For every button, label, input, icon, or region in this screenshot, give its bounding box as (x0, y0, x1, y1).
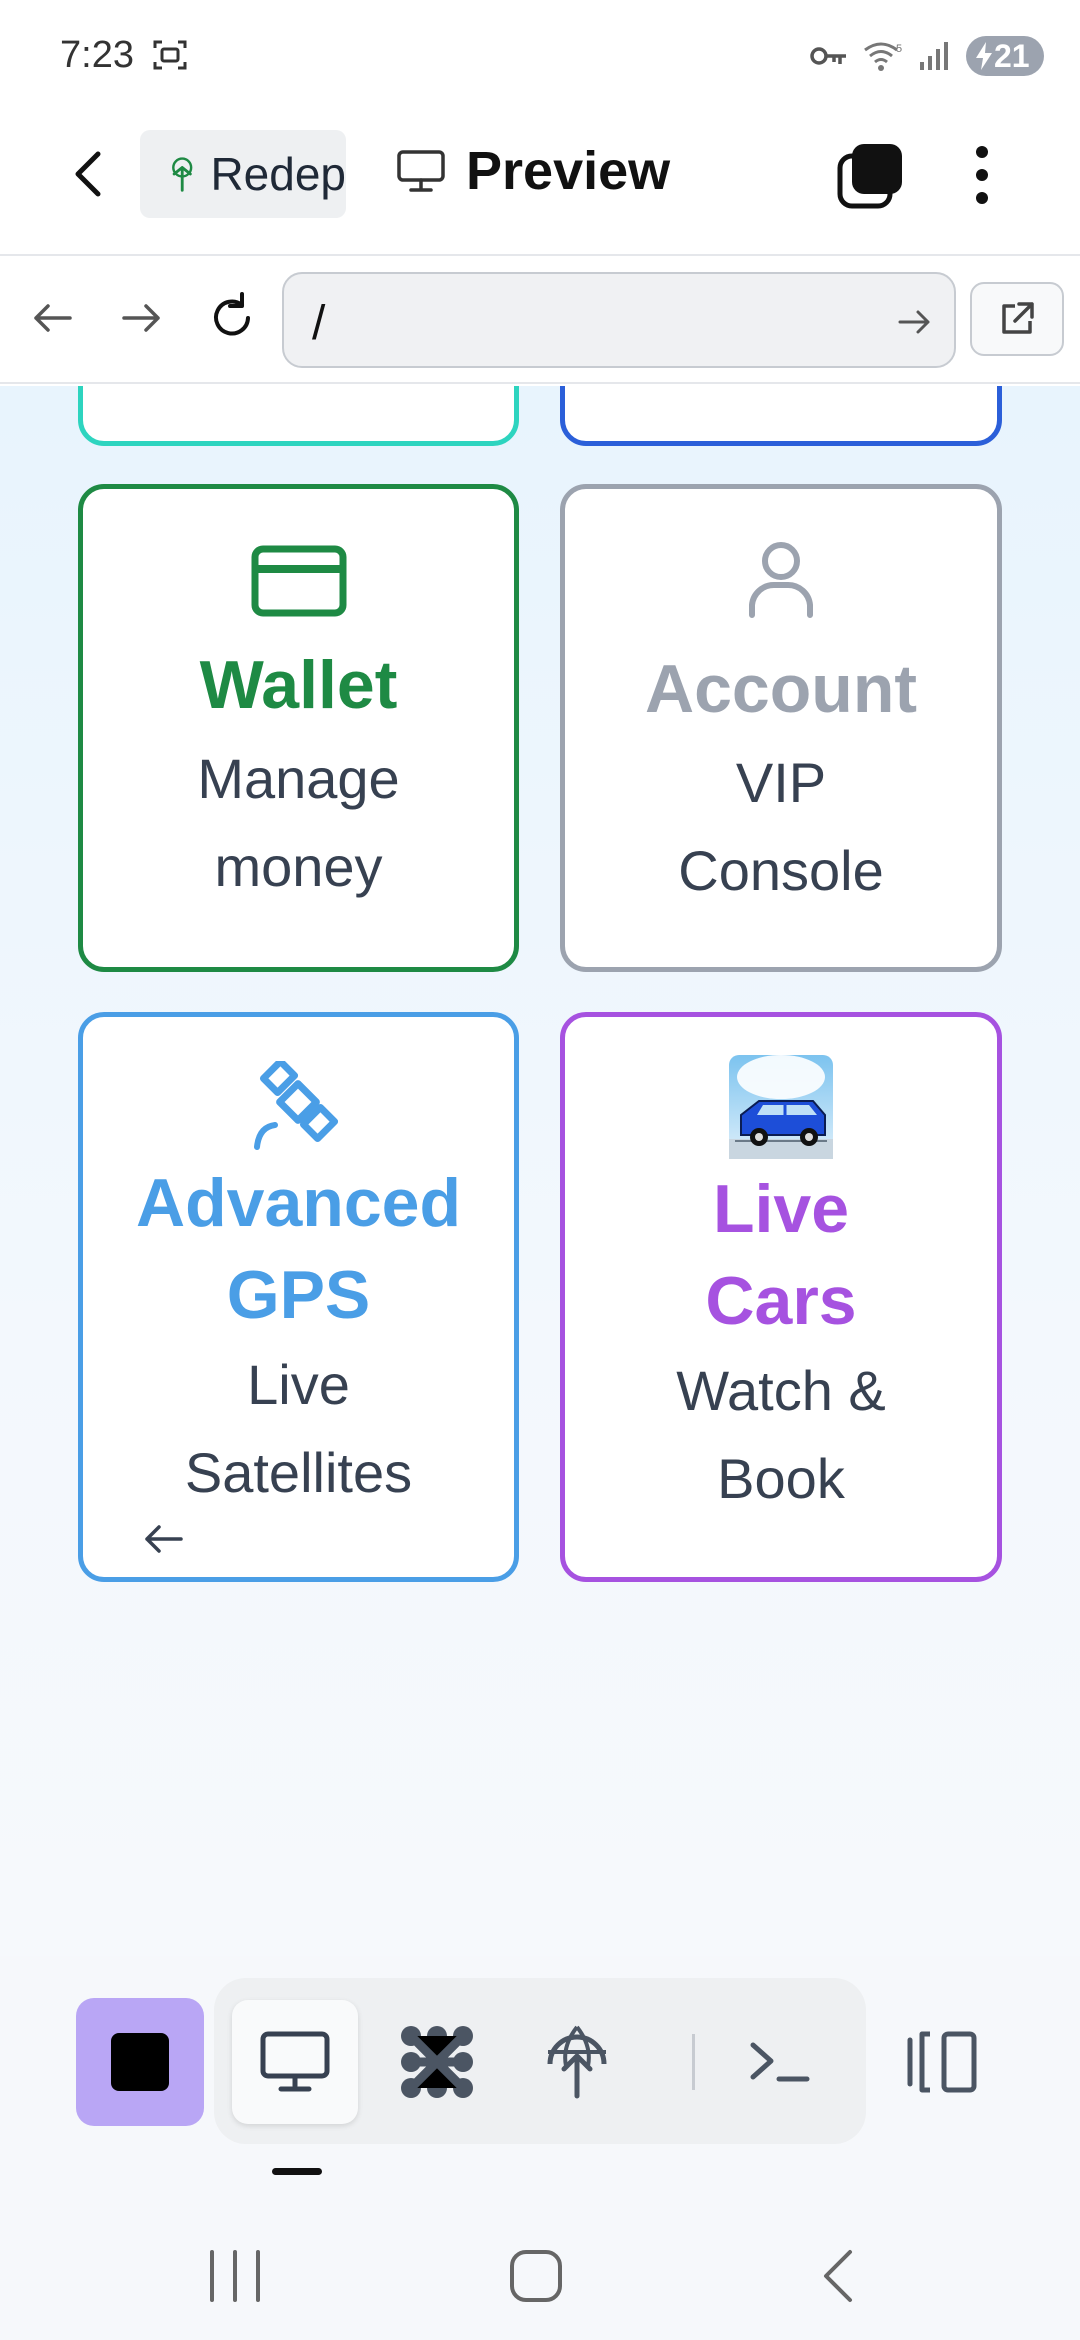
card-wallet-title: Wallet (199, 647, 398, 723)
home-icon[interactable] (508, 2246, 564, 2306)
card-wallet[interactable]: Wallet Manage money (78, 484, 519, 972)
layers-icon[interactable] (836, 140, 906, 210)
view-switcher (214, 1978, 866, 2144)
deploy-button[interactable] (514, 2000, 640, 2124)
bottom-toolbar (0, 1956, 1080, 2340)
battery-level: 21 (994, 37, 1030, 74)
charging-icon (976, 42, 992, 70)
external-link-icon (1002, 302, 1034, 334)
reload-icon[interactable] (202, 288, 262, 348)
satellite-icon (253, 1061, 338, 1150)
card-advanced-gps[interactable]: Advanced GPS Live Satellites (78, 1012, 519, 1582)
url-input[interactable]: / (282, 272, 956, 368)
credit-card-icon (251, 545, 346, 617)
car-image (729, 1055, 833, 1159)
go-arrow-icon[interactable] (896, 304, 932, 340)
terminal-icon (750, 2042, 810, 2082)
browser-bar: / (0, 258, 1080, 384)
card-wallet-subtitle: Manage money (197, 747, 400, 898)
battery-indicator: 21 (966, 36, 1044, 76)
card-gps-subtitle: Live Satellites (184, 1353, 413, 1504)
project-name: Redep (210, 148, 346, 200)
stop-icon (111, 2033, 169, 2091)
console-button[interactable] (716, 2000, 842, 2124)
nodes-grid-icon (401, 2026, 473, 2098)
globe-upload-icon (547, 2025, 607, 2099)
card-partial-right[interactable] (560, 386, 1002, 446)
url-text: / (312, 297, 326, 350)
tab-preview-label: Preview (466, 141, 671, 201)
svg-text:5: 5 (896, 43, 902, 55)
monitor-icon (397, 150, 445, 192)
status-time: 7:23 (60, 34, 134, 76)
card-account-title: Account (645, 651, 917, 727)
more-vertical-icon[interactable] (962, 140, 1002, 210)
status-bar: 7:23 5 21 (0, 0, 1080, 100)
card-cars-title: Live Cars (705, 1171, 857, 1339)
status-icons: 5 21 (810, 36, 1044, 76)
user-icon (749, 542, 813, 618)
collapse-arrow-icon[interactable] (141, 1521, 185, 1557)
open-external-button[interactable] (970, 282, 1064, 356)
card-account[interactable]: Account VIP Console (560, 484, 1002, 972)
deploy-tree-icon (172, 157, 193, 192)
side-panel-icon[interactable] (900, 2028, 980, 2096)
key-icon (810, 47, 846, 65)
app-header: Redep Preview (0, 100, 1080, 256)
toolbar-divider (692, 2034, 695, 2090)
wifi-icon: 5 (864, 42, 902, 71)
recent-apps-icon[interactable] (206, 2246, 264, 2306)
screenshot-icon (153, 40, 187, 70)
card-partial-left[interactable] (78, 386, 519, 446)
card-cars-subtitle: Watch & Book (676, 1359, 886, 1510)
card-account-subtitle: VIP Console (678, 751, 884, 902)
nav-forward-icon[interactable] (112, 288, 172, 348)
stop-button[interactable] (76, 1998, 204, 2126)
back-arrow-icon[interactable] (60, 144, 120, 204)
preview-content: Wallet Manage money Account VIP Console (0, 386, 1080, 1956)
card-live-cars[interactable]: Live Cars Watch & Book (560, 1012, 1002, 1582)
system-back-icon[interactable] (816, 2246, 860, 2306)
project-chip[interactable]: Redep (140, 130, 346, 218)
preview-view-button[interactable] (232, 2000, 358, 2124)
signal-icon (920, 42, 948, 70)
monitor-icon (260, 2031, 330, 2092)
integrations-button[interactable] (374, 2000, 500, 2124)
nav-back-icon[interactable] (22, 288, 82, 348)
tab-preview[interactable]: Preview (396, 140, 670, 202)
active-indicator (272, 2168, 322, 2175)
card-gps-title: Advanced GPS (136, 1165, 461, 1333)
